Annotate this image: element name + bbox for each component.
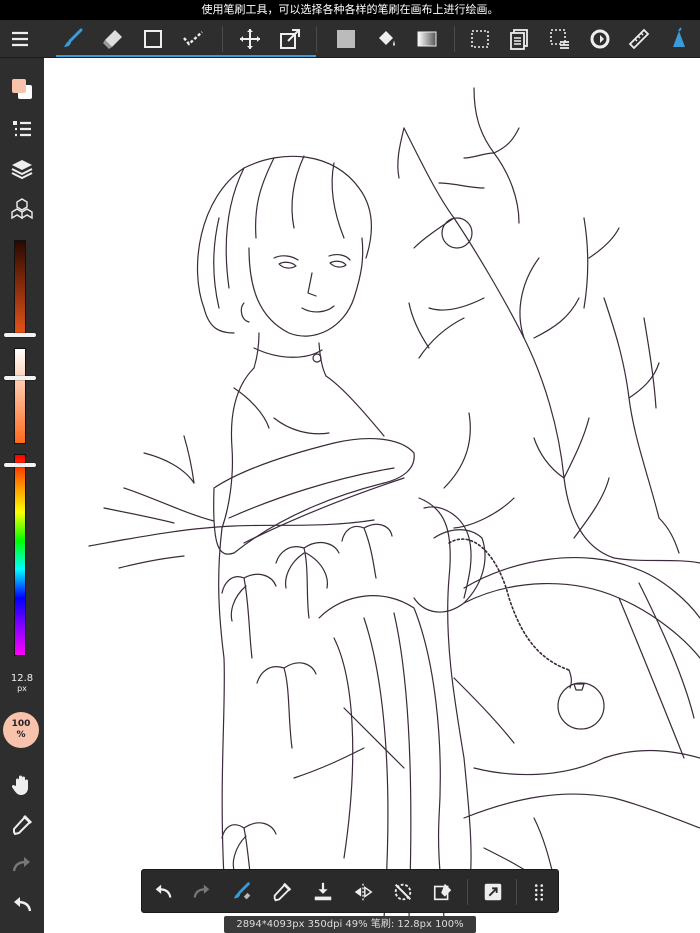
- brush-size-slider[interactable]: [14, 240, 26, 336]
- active-tool-indicator: [56, 55, 316, 57]
- flip-icon[interactable]: [348, 877, 378, 907]
- status-text: 2894*4093px 350dpi 49% 笔刷: 12.8px 100%: [236, 919, 464, 930]
- hint-bar: 使用笔刷工具，可以选择各种各样的笔刷在画布上进行绘画。: [0, 0, 700, 20]
- move-tool-icon[interactable]: [235, 24, 265, 54]
- fill-color-swatch-icon[interactable]: [331, 24, 361, 54]
- color-swatch-icon[interactable]: [7, 74, 37, 104]
- undo-icon[interactable]: [7, 890, 37, 920]
- brush-size-unit: px: [17, 684, 27, 693]
- toolbar-separator: [454, 26, 455, 52]
- top-toolbar: [0, 20, 700, 58]
- eraser-tool-icon[interactable]: [98, 24, 128, 54]
- redo-icon[interactable]: [187, 877, 217, 907]
- hint-text: 使用笔刷工具，可以选择各种各样的笔刷在画布上进行绘画。: [201, 3, 499, 16]
- left-sidebar: 12.8 px 100 %: [0, 58, 44, 933]
- undo-icon[interactable]: [148, 877, 178, 907]
- rotate-canvas-icon[interactable]: [585, 24, 615, 54]
- materials-icon[interactable]: [7, 194, 37, 224]
- brush-eraser-toggle-icon[interactable]: [227, 877, 257, 907]
- selection-pen-icon[interactable]: [178, 24, 208, 54]
- bottom-bar-separator: [516, 879, 517, 905]
- brush-list-icon[interactable]: [7, 114, 37, 144]
- opacity-slider-thumb[interactable]: [4, 376, 36, 380]
- brush-size-value: 12.8: [10, 673, 34, 684]
- layers-icon[interactable]: [7, 154, 37, 184]
- copy-layer-icon[interactable]: [504, 24, 534, 54]
- transform-tool-icon[interactable]: [275, 24, 305, 54]
- brush-tool-icon[interactable]: [58, 24, 88, 54]
- status-bar: 2894*4093px 350dpi 49% 笔刷: 12.8px 100%: [224, 916, 476, 933]
- text-tool-icon[interactable]: [664, 24, 694, 54]
- gradient-icon[interactable]: [412, 24, 442, 54]
- more-grid-icon[interactable]: [524, 877, 554, 907]
- eyedropper-icon[interactable]: [7, 810, 37, 840]
- clear-layer-icon[interactable]: [428, 877, 458, 907]
- redo-icon[interactable]: [7, 850, 37, 880]
- toolbar-separator: [222, 26, 223, 52]
- bucket-fill-icon[interactable]: [372, 24, 402, 54]
- hand-tool-icon[interactable]: [7, 770, 37, 800]
- app-window: 使用笔刷工具，可以选择各种各样的笔刷在画布上进行绘画。 12.8 px 100 …: [0, 0, 700, 933]
- select-rectangle-icon[interactable]: [465, 24, 495, 54]
- select-menu-icon[interactable]: [545, 24, 575, 54]
- hue-slider-thumb[interactable]: [4, 463, 36, 467]
- opacity-unit: %: [16, 730, 26, 740]
- eyedropper-icon[interactable]: [267, 877, 297, 907]
- ruler-icon[interactable]: [624, 24, 654, 54]
- hue-slider[interactable]: [14, 454, 26, 656]
- expand-icon[interactable]: [478, 877, 508, 907]
- shape-tool-icon[interactable]: [138, 24, 168, 54]
- menu-icon[interactable]: [5, 24, 35, 54]
- line-art-illustration: [88, 87, 700, 919]
- bottom-bar-separator: [467, 879, 468, 905]
- bottom-quick-bar: [141, 869, 559, 913]
- snap-off-icon[interactable]: [388, 877, 418, 907]
- brush-size-readout: 12.8 px: [0, 674, 44, 694]
- opacity-slider[interactable]: [14, 348, 26, 444]
- drawing-canvas[interactable]: [44, 58, 700, 933]
- brush-size-slider-thumb[interactable]: [4, 333, 36, 337]
- opacity-value: 100: [11, 719, 31, 729]
- import-icon[interactable]: [308, 877, 338, 907]
- toolbar-separator: [316, 26, 317, 52]
- opacity-badge[interactable]: 100 %: [3, 712, 39, 748]
